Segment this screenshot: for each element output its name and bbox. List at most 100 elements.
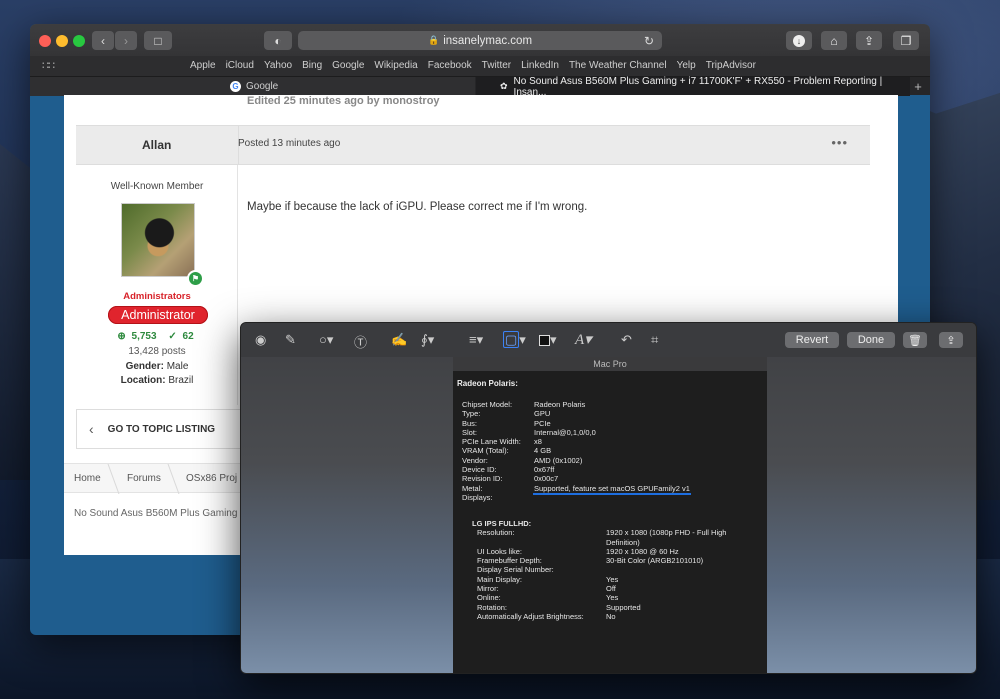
back-button[interactable]: ‹ [92,31,114,50]
forward-button[interactable]: › [115,31,137,50]
revert-button[interactable]: Revert [785,332,839,348]
info-label: VRAM (Total): [462,446,509,456]
location-value: Brazil [168,375,194,386]
text-icon[interactable]: Ⓣ [354,332,367,351]
info-label: Bus: [462,418,478,428]
breadcrumb-osx86[interactable]: OSx86 Proj [186,473,237,484]
favorite-link[interactable]: Bing [302,60,322,71]
display-value: 1920 x 1080 (1080p FHD - Full High Defin… [606,528,727,547]
author-info: Well-Known Member ⚑ Administrators Admin… [76,165,238,405]
avatar[interactable] [121,203,195,277]
display-info-table: LG IPS FULLHD: Resolution: 1920 x 1080 (1… [472,519,756,621]
display-label: UI Looks like: [477,546,523,556]
tab-bar: G Google ✿ No Sound Asus B560M Plus Gami… [30,76,930,98]
sidebar-icon: □ [154,33,162,48]
solutions-value: 62 [182,331,194,342]
display-label: Mirror: [477,584,499,594]
breadcrumb: Home Forums OSx86 Proj [64,463,264,494]
shapes-icon[interactable]: ○▾ [319,332,333,348]
highlight-icon[interactable]: ✍ [391,332,407,348]
record-icon[interactable]: ◉ [255,332,266,348]
info-value: Internal@0,1,0/0,0 [534,427,596,437]
info-label: Chipset Model: [462,400,513,409]
posted-time[interactable]: Posted 13 minutes ago [238,138,340,149]
favorite-link[interactable]: The Weather Channel [569,60,667,71]
breadcrumb-forums[interactable]: Forums [127,473,161,484]
info-row: PCIe Lane Width: x8 [462,437,690,446]
display-label: Rotation: [477,602,508,612]
home-button[interactable]: ⌂ [821,31,847,50]
info-value: Supported, feature set macOS GPUFamily2 … [534,483,690,493]
solutions[interactable]: ✓ 62 [168,331,196,342]
topic-title: No Sound Asus B560M Plus Gaming [74,508,238,519]
display-value: 30-Bit Color (ARGB2101010) [606,556,704,566]
info-label: Metal: [462,483,483,493]
minimize-window-button[interactable] [56,35,68,47]
author-name[interactable]: Allan [142,138,171,152]
more-options-icon[interactable]: ••• [831,135,848,150]
favorite-link[interactable]: iCloud [226,60,254,71]
info-row: Bus: PCIe [462,419,690,428]
location-row: Location: Brazil [76,375,238,386]
rotate-icon[interactable]: ↶ [621,332,632,348]
favorite-link[interactable]: LinkedIn [521,60,559,71]
tab-forum-topic[interactable]: ✿ No Sound Asus B560M Plus Gaming + i7 1… [476,76,910,98]
line-style-icon[interactable]: ≡▾ [469,332,483,348]
favorite-link[interactable]: Yelp [677,60,696,71]
sketch-icon[interactable]: ✎ [285,332,296,348]
share-icon: ⇪ [946,334,956,347]
display-value: Off [606,584,616,594]
info-value: Radeon Polaris [534,400,586,409]
share-button[interactable]: ⇪ [939,332,963,348]
font-style-icon[interactable]: A▾ [575,330,592,349]
favorite-link[interactable]: Wikipedia [374,60,417,71]
border-color-icon[interactable]: ▢ ▾ [503,331,526,348]
favorite-link[interactable]: Twitter [482,60,511,71]
reputation[interactable]: ⊕ 5,753 [117,331,159,342]
zoom-window-button[interactable] [73,35,85,47]
fill-color-icon[interactable]: ▾ [539,332,557,348]
tabs-icon: ❐ [900,33,912,48]
display-value: No [606,611,616,621]
new-tab-button[interactable]: + [910,77,926,96]
privacy-report-button[interactable]: ◐ [264,31,292,50]
info-value: 0x00c7 [534,474,559,484]
trash-button[interactable]: 🗑 [903,332,927,348]
tab-google[interactable]: G Google [30,77,475,96]
info-row: Slot: Internal@0,1,0/0,0 [462,428,690,437]
done-button[interactable]: Done [847,332,895,348]
sidebar-toggle-button[interactable]: □ [144,31,172,50]
info-label: PCIe Lane Width: [462,437,521,447]
info-label: Displays: [462,492,493,502]
google-icon: G [230,81,241,92]
post-count: 13,428 posts [128,346,186,357]
display-row: UI Looks like: 1920 x 1080 @ 60 Hz [477,547,756,556]
display-label: Resolution: [477,528,515,538]
tab-label: Google [246,81,279,92]
display-name: LG IPS FULLHD: [472,519,532,528]
display-value: Supported [606,602,641,612]
shield-icon: ◐ [274,33,282,48]
share-button[interactable]: ⇪ [856,31,882,50]
close-window-button[interactable] [39,35,51,47]
favorite-link[interactable]: Facebook [428,60,472,71]
member-title: Well-Known Member [110,181,204,192]
favorites-list: Apple iCloud Yahoo Bing Google Wikipedia… [190,60,766,71]
address-bar[interactable]: 🔒 insanelymac.com ↻ [298,31,662,50]
signature-icon[interactable]: ∮▾ [421,332,434,348]
breadcrumb-home[interactable]: Home [74,473,101,484]
reload-icon[interactable]: ↻ [644,34,654,48]
favorite-link[interactable]: TripAdvisor [706,60,756,71]
go-to-topic-label: GO TO TOPIC LISTING [107,423,216,435]
favorite-link[interactable]: Yahoo [264,60,292,71]
grid-icon[interactable]: ∷∷ [42,59,55,72]
downloads-button[interactable]: ↓ [786,31,812,50]
go-to-topic-listing-button[interactable]: ‹ GO TO TOPIC LISTING [76,409,246,449]
markup-underline[interactable] [533,492,691,495]
favorite-link[interactable]: Apple [190,60,216,71]
favorite-link[interactable]: Google [332,60,364,71]
crop-icon[interactable]: ⌗ [651,332,658,348]
tab-overview-button[interactable]: ❐ [893,31,919,50]
display-row: Rotation: Supported [477,603,756,612]
info-row: Type: GPU [462,409,690,418]
